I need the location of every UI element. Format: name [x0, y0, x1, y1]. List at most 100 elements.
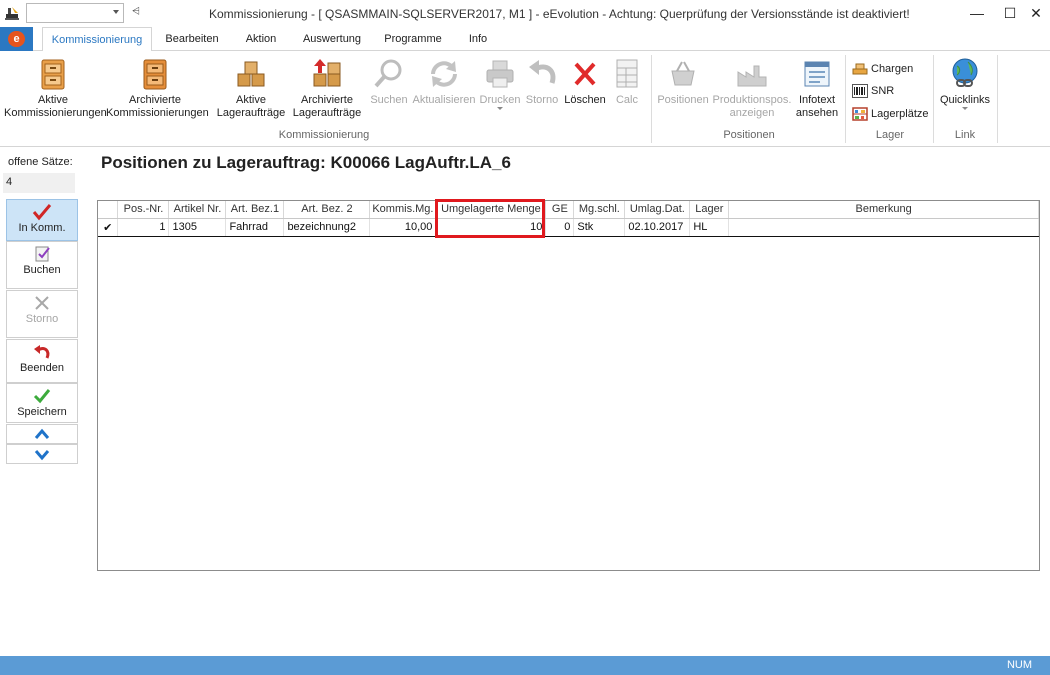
positions-grid[interactable]: Pos.-Nr. Artikel Nr. Art. Bez.1 Art. Bez… [97, 199, 1040, 571]
column-header-mg-schl[interactable]: Mg.schl. [573, 201, 626, 219]
tab-info[interactable]: Info [462, 27, 494, 52]
cell-ge[interactable]: 0 [545, 217, 575, 237]
basket-icon [671, 61, 695, 86]
column-header-bemerkung[interactable]: Bemerkung [728, 201, 1039, 219]
refresh-icon [431, 61, 457, 87]
barcode-icon [852, 84, 868, 99]
group-label-kommissionierung: Kommissionierung [278, 129, 370, 141]
produktionspos-button[interactable]: Produktionspos. anzeigen [712, 57, 792, 120]
infotext-label: Infotext ansehen [795, 94, 839, 119]
chevron-down-icon [962, 107, 968, 110]
ribbon: Aktive Kommissionierungen Archivierte Ko… [0, 51, 1050, 147]
globe-link-icon [952, 58, 978, 87]
cell-pos-nr[interactable]: 1 [117, 217, 170, 237]
column-header-kommis-mg[interactable]: Kommis.Mg. [369, 201, 437, 219]
checkmark-icon [32, 204, 52, 221]
row-checkmark-icon[interactable]: ✔ [98, 217, 119, 237]
cell-umgelagerte-menge[interactable]: 10 [435, 217, 547, 237]
quicklinks-button[interactable]: Quicklinks [937, 57, 993, 110]
ribbon-separator [845, 55, 846, 143]
save-check-icon [33, 389, 51, 404]
cell-umlag-dat[interactable]: 02.10.2017 [624, 217, 691, 237]
aktive-lagerauftraege-button[interactable]: Aktive Lageraufträge [215, 57, 287, 120]
chargen-button[interactable]: Chargen [852, 60, 913, 78]
column-header-lager[interactable]: Lager [689, 201, 730, 219]
minimize-button[interactable]: — [966, 4, 988, 22]
column-header-art-bez-2[interactable]: Art. Bez. 2 [283, 201, 371, 219]
shelf-icon [852, 107, 868, 121]
cell-bemerkung[interactable] [728, 217, 1039, 237]
column-header-ge[interactable]: GE [545, 201, 575, 219]
aktualisieren-button[interactable]: Aktualisieren [412, 57, 476, 107]
cell-art-bez-1[interactable]: Fahrrad [225, 217, 285, 237]
column-header-pos-nr[interactable]: Pos.-Nr. [117, 201, 170, 219]
calc-button[interactable]: Calc [610, 57, 644, 107]
boxes-arrow-icon [313, 59, 341, 87]
group-label-lager: Lager [875, 129, 905, 141]
storno-ribbon-button[interactable]: Storno [523, 57, 561, 107]
scroll-up-button[interactable] [6, 424, 78, 444]
tab-auswertung[interactable]: Auswertung [298, 27, 366, 52]
app-icon[interactable] [4, 5, 20, 21]
archivierte-kommissionierungen-button[interactable]: Archivierte Kommissionierungen [106, 57, 209, 120]
factory-icon [737, 65, 767, 87]
storno-side-label: Storno [25, 313, 59, 325]
lagerplaetze-button[interactable]: Lagerplätze [852, 105, 929, 123]
in-komm-button[interactable]: In Komm. [6, 199, 78, 241]
aktive-lagerauftraege-label: Aktive Lageraufträge [216, 94, 286, 119]
loeschen-button[interactable]: Löschen [562, 57, 608, 107]
drucken-button[interactable]: Drucken [477, 57, 523, 110]
suchen-button[interactable]: Suchen [366, 57, 412, 107]
speichern-button[interactable]: Speichern [6, 383, 78, 423]
infotext-button[interactable]: Infotext ansehen [792, 57, 842, 120]
printer-icon [486, 60, 514, 88]
cell-kommis-mg[interactable]: 10,00 [369, 217, 437, 237]
lagerplaetze-label: Lagerplätze [871, 108, 929, 120]
column-header-umlag-dat[interactable]: Umlag.Dat. [624, 201, 691, 219]
magnifier-icon [374, 59, 402, 88]
eevolution-logo-icon: e [8, 31, 25, 47]
beenden-button[interactable]: Beenden [6, 339, 78, 383]
column-header-artikel-nr[interactable]: Artikel Nr. [168, 201, 227, 219]
archive-cabinet-icon [143, 59, 167, 90]
tab-programme[interactable]: Programme [380, 27, 446, 52]
positions-table: Pos.-Nr. Artikel Nr. Art. Bez.1 Art. Bez… [98, 201, 1039, 237]
storno-ribbon-label: Storno [525, 94, 559, 106]
scroll-down-button[interactable] [6, 444, 78, 464]
column-header-umgelagerte-menge[interactable]: Umgelagerte Menge [435, 201, 547, 219]
charge-stack-icon [852, 63, 868, 75]
file-menu-button[interactable]: e [0, 27, 33, 51]
cell-lager[interactable]: HL [689, 217, 730, 237]
drucken-label: Drucken [479, 94, 521, 106]
tab-aktion[interactable]: Aktion [238, 27, 284, 52]
table-row[interactable]: ✔ 1 1305 Fahrrad bezeichnung2 10,00 10 0… [98, 217, 1039, 237]
group-label-link: Link [954, 129, 976, 141]
maximize-button[interactable]: ☐ [999, 4, 1021, 22]
cell-mg-schl[interactable]: Stk [573, 217, 626, 237]
ribbon-separator [997, 55, 998, 143]
undo-arrow-icon [529, 60, 556, 84]
buchen-button[interactable]: Buchen [6, 241, 78, 289]
chargen-label: Chargen [871, 63, 914, 75]
column-header-art-bez-1[interactable]: Art. Bez.1 [225, 201, 285, 219]
beenden-label: Beenden [19, 362, 65, 374]
delete-x-icon [574, 62, 596, 86]
speichern-label: Speichern [17, 406, 67, 418]
tab-kommissionierung[interactable]: Kommissionierung [42, 27, 152, 52]
snr-button[interactable]: SNR [852, 82, 894, 100]
storno-side-button[interactable]: Storno [6, 290, 78, 338]
quick-access-customize-icon[interactable]: ⩤ [132, 6, 140, 17]
aktive-kommissionierungen-button[interactable]: Aktive Kommissionierungen [4, 57, 107, 120]
close-button[interactable]: ✕ [1025, 4, 1047, 22]
column-header-select[interactable] [98, 201, 119, 219]
cell-art-bez-2[interactable]: bezeichnung2 [283, 217, 371, 237]
positionen-button[interactable]: Positionen [656, 57, 710, 107]
spreadsheet-icon [616, 59, 638, 88]
quick-access-combobox[interactable] [26, 3, 124, 23]
num-lock-indicator: NUM [1006, 659, 1032, 671]
chevron-down-icon [497, 107, 503, 110]
archivierte-lagerauftraege-button[interactable]: Archivierte Lageraufträge [291, 57, 363, 120]
cell-artikel-nr[interactable]: 1305 [168, 217, 227, 237]
tab-bearbeiten[interactable]: Bearbeiten [160, 27, 224, 52]
cancel-x-icon [35, 296, 49, 310]
